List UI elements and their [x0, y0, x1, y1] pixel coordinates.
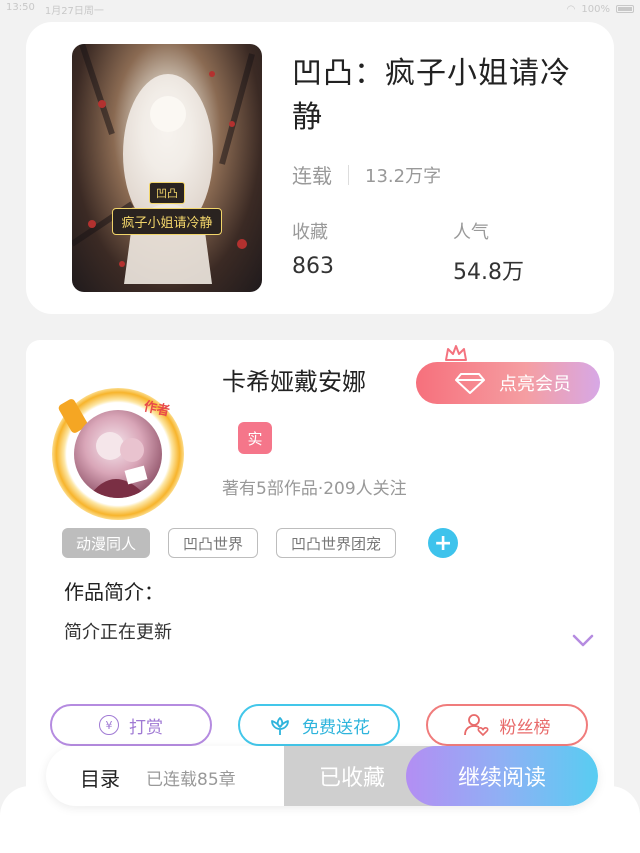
status-bar: 13:50 1月27日周一 ◠ 100%	[0, 0, 640, 18]
tag-list: 动漫同人 凹凸世界 凹凸世界团宠 +	[62, 528, 459, 558]
book-word-count: 13.2万字	[365, 165, 442, 187]
cover-title-big: 疯子小姐请冷静	[112, 208, 222, 235]
favorites-label: 收藏	[292, 222, 328, 243]
popularity-value: 54.8万	[453, 260, 524, 285]
book-info-card: 凹凸 疯子小姐请冷静 凹凸：疯子小姐请冷静 连载 13.2万字 收藏 863 人…	[26, 22, 614, 314]
add-tag-button[interactable]: +	[428, 528, 459, 558]
popularity-label: 人气	[453, 222, 489, 243]
cover-title-small: 凹凸	[149, 182, 185, 204]
book-cover[interactable]: 凹凸 疯子小姐请冷静	[72, 44, 262, 292]
chapter-count[interactable]: 已连载85章	[146, 765, 236, 790]
flower-icon	[271, 717, 289, 735]
send-flower-button[interactable]: 免费送花	[238, 704, 400, 746]
book-meta: 连载 13.2万字	[292, 160, 441, 189]
tag-item[interactable]: 凹凸世界	[168, 528, 259, 558]
fans-ranking-button[interactable]: 粉丝榜	[426, 704, 588, 746]
favorites-value: 863	[292, 254, 334, 279]
book-title: 凹凸：疯子小姐请冷静	[292, 56, 571, 135]
vip-button-label: 点亮会员	[499, 374, 571, 395]
reward-label: 打赏	[129, 717, 163, 738]
intro-title: 作品简介：	[64, 580, 164, 604]
cover-title: 凹凸 疯子小姐请冷静	[112, 182, 222, 235]
yen-icon: ¥	[99, 715, 119, 735]
bottom-action-bar: 目录 已连载85章 已收藏 继续阅读	[46, 746, 598, 806]
status-date: 1月27日周一	[44, 5, 104, 17]
cover-art	[72, 44, 255, 284]
toc-button[interactable]: 目录	[80, 763, 120, 792]
collected-label: 已收藏	[318, 766, 385, 791]
fans-icon	[463, 714, 489, 737]
popularity-stat: 人气 54.8万	[453, 218, 524, 286]
intro-text: 简介正在更新	[64, 622, 172, 643]
diamond-icon	[455, 373, 485, 394]
status-time: 13:50	[6, 1, 35, 13]
reward-button[interactable]: ¥ 打赏	[50, 704, 212, 746]
author-stats: 著有5部作品·209人关注	[222, 479, 407, 499]
chevron-down-icon[interactable]	[572, 634, 594, 648]
send-flower-label: 免费送花	[302, 717, 370, 738]
vip-button[interactable]: 点亮会员	[416, 362, 600, 404]
avatar-art	[88, 432, 148, 498]
crown-icon	[445, 345, 467, 361]
favorites-stat: 收藏 863	[292, 218, 334, 279]
book-status: 连载	[292, 164, 332, 188]
verified-badge: 实	[238, 422, 272, 454]
author-avatar[interactable]	[74, 410, 162, 498]
tag-item[interactable]: 凹凸世界团宠	[276, 528, 397, 558]
divider	[348, 164, 349, 185]
status-battery-text: 100%	[581, 3, 610, 15]
fans-ranking-label: 粉丝榜	[499, 717, 551, 738]
author-name[interactable]: 卡希娅戴安娜	[222, 362, 366, 397]
tag-item[interactable]: 动漫同人	[62, 528, 151, 558]
continue-reading-label: 继续阅读	[457, 766, 546, 791]
wifi-icon: ◠	[566, 3, 576, 15]
continue-reading-button[interactable]: 继续阅读	[406, 746, 598, 806]
battery-icon	[616, 5, 634, 13]
